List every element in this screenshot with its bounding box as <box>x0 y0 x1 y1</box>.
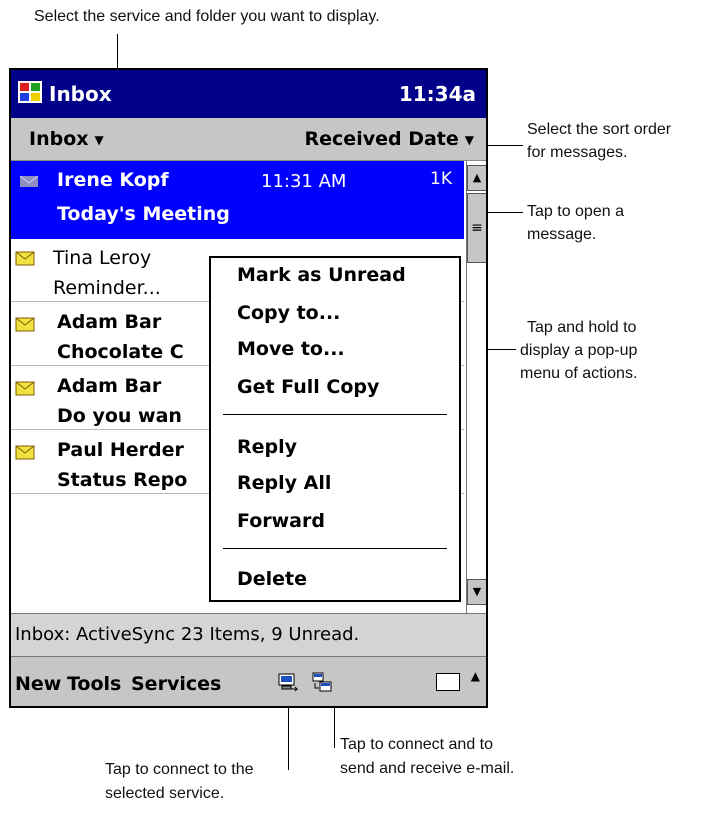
folder-dropdown-label: Inbox <box>29 128 89 150</box>
annotation-sendrecv-1: Tap to connect and to <box>340 736 493 753</box>
title-bar: Inbox 11:34a <box>11 70 486 118</box>
annotation-sort-2: for messages. <box>527 144 628 161</box>
clock[interactable]: 11:34a <box>399 82 476 106</box>
message-sender: Adam Bar <box>57 311 162 333</box>
scroll-up-arrow-icon[interactable]: ▲ <box>467 165 486 191</box>
scroll-down-arrow-icon[interactable]: ▼ <box>467 579 486 605</box>
menu-item-reply[interactable]: Reply <box>237 436 297 458</box>
message-sender: Irene Kopf <box>57 169 169 191</box>
annotation-connect-1: Tap to connect to the <box>105 761 254 778</box>
annotation-open-2: message. <box>527 226 597 243</box>
menu-separator <box>223 548 447 549</box>
envelope-icon <box>15 445 35 460</box>
menu-new[interactable]: New <box>15 673 61 695</box>
annotation-connect-2: selected service. <box>105 785 225 802</box>
chevron-down-icon: ▼ <box>464 132 474 147</box>
pocketpc-screen: Inbox 11:34a Inbox ▼ Received Date ▼ Irene… <box>9 68 488 708</box>
annotation-open-1: Tap to open a <box>527 203 624 220</box>
message-subject: Today's Meeting <box>57 203 230 225</box>
status-bar: Inbox: ActiveSync 23 Items, 9 Unread. <box>11 613 486 657</box>
menu-item-get-full-copy[interactable]: Get Full Copy <box>237 376 379 398</box>
annotation-top: Select the service and folder you want t… <box>34 8 380 25</box>
scroll-thumb[interactable]: ≡ <box>467 193 486 263</box>
menu-item-move-to[interactable]: Move to... <box>237 338 345 360</box>
windows-flag-icon[interactable] <box>17 80 43 104</box>
envelope-icon <box>15 317 35 332</box>
message-subject: Status Repo <box>57 469 188 491</box>
input-panel-arrow-icon[interactable]: ▲ <box>471 669 480 683</box>
chevron-down-icon: ▼ <box>94 132 104 147</box>
message-size: 1K <box>430 169 452 189</box>
status-text: Inbox: ActiveSync 23 Items, 9 Unread. <box>15 624 360 645</box>
envelope-icon <box>15 381 35 396</box>
message-sender: Tina Leroy <box>53 247 152 269</box>
message-time: 11:31 AM <box>261 171 347 192</box>
keyboard-icon[interactable] <box>436 673 460 691</box>
sort-dropdown[interactable]: Received Date ▼ <box>305 128 474 150</box>
menu-separator <box>223 414 447 415</box>
annotation-sendrecv-2: send and receive e-mail. <box>340 760 515 777</box>
menu-item-forward[interactable]: Forward <box>237 510 325 532</box>
folder-dropdown[interactable]: Inbox ▼ <box>29 128 104 150</box>
list-scrollbar[interactable]: ▲ ≡ ▼ <box>466 161 486 613</box>
envelope-icon <box>19 175 39 187</box>
folder-toolbar: Inbox ▼ Received Date ▼ <box>11 118 486 161</box>
sort-dropdown-label: Received Date <box>304 128 459 150</box>
command-bar: New Tools Services ▲ <box>11 657 486 706</box>
menu-item-copy-to[interactable]: Copy to... <box>237 302 340 324</box>
menu-item-mark-unread[interactable]: Mark as Unread <box>237 264 406 286</box>
menu-item-reply-all[interactable]: Reply All <box>237 472 331 494</box>
message-row-selected[interactable]: Irene Kopf 11:31 AM 1K Today's Meeting <box>11 161 464 239</box>
message-sender: Paul Herder <box>57 439 184 461</box>
message-subject: Reminder... <box>53 277 161 299</box>
annotation-hold-2: display a pop-up <box>520 342 638 359</box>
annotation-sort-1: Select the sort order <box>527 121 672 138</box>
send-receive-icon[interactable] <box>311 671 333 693</box>
connect-icon[interactable] <box>277 671 299 693</box>
message-sender: Adam Bar <box>57 375 162 397</box>
annotation-hold-3: menu of actions. <box>520 365 638 382</box>
app-title: Inbox <box>49 82 112 106</box>
annotation-hold-1: Tap and hold to <box>527 319 637 336</box>
message-subject: Chocolate C <box>57 341 184 363</box>
menu-tools[interactable]: Tools <box>67 673 121 695</box>
menu-item-delete[interactable]: Delete <box>237 568 307 590</box>
message-subject: Do you wan <box>57 405 182 427</box>
menu-services[interactable]: Services <box>131 673 221 695</box>
context-menu: Mark as Unread Copy to... Move to... Get… <box>209 256 461 602</box>
envelope-icon <box>15 251 35 266</box>
